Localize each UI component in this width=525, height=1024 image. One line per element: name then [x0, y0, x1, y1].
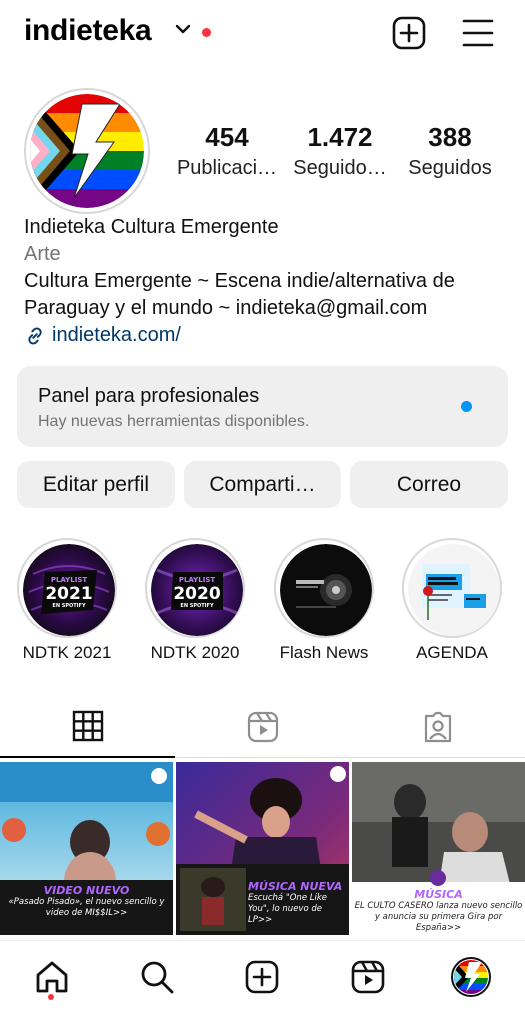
nav-reels[interactable] — [348, 957, 388, 997]
tab-posts-grid[interactable] — [0, 696, 175, 758]
home-icon — [36, 961, 68, 993]
highlight-cover — [274, 538, 374, 638]
edit-profile-button[interactable]: Editar perfil — [17, 461, 175, 508]
post-thumbnail[interactable]: MÚSICA NUEVA Escuchá "One Like You", lo … — [176, 762, 349, 935]
highlight-label: NDTK 2021 — [22, 643, 112, 662]
panel-subtitle: Hay nuevas herramientas disponibles. — [38, 413, 310, 430]
profile-avatar — [451, 957, 491, 997]
profile-category: Arte — [24, 243, 61, 265]
profile-link-text[interactable]: indieteka.com/ — [52, 322, 181, 349]
share-profile-button[interactable]: Comparti… — [184, 461, 341, 508]
link-icon — [28, 327, 42, 344]
following-count: 388 — [428, 122, 472, 152]
profile-link[interactable]: indieteka.com/ — [24, 322, 504, 349]
profile-name: Indieteka Cultura Emergente — [24, 216, 279, 238]
home-notification-dot — [48, 994, 54, 1000]
post-text: EL CULTO CASERO lanza nuevo sencillo y a… — [354, 901, 523, 933]
post-heading: VIDEO NUEVO — [43, 884, 130, 897]
highlight-badge-year: 2021 — [45, 584, 92, 604]
notification-dot — [202, 28, 211, 37]
professional-dashboard[interactable]: Panel para profesionales Hay nuevas herr… — [17, 366, 508, 447]
nav-profile[interactable] — [451, 957, 491, 997]
highlight-cover: PLAYLIST 2021 EN SPOTIFY — [17, 538, 117, 638]
followers-label: Seguido… — [293, 157, 387, 179]
tab-tagged[interactable] — [350, 696, 525, 758]
chevron-down-icon[interactable] — [174, 22, 192, 41]
highlight-badge-sub: EN SPOTIFY — [180, 603, 214, 609]
profile-description: Cultura Emergente ~ Escena indie/alterna… — [24, 270, 455, 319]
post-heading: MÚSICA — [414, 888, 463, 901]
post-caption: MÚSICA EL CULTO CASERO lanza nuevo senci… — [352, 888, 525, 934]
highlight-label: AGENDA — [416, 643, 488, 662]
highlight-agenda[interactable]: AGENDA — [402, 538, 502, 663]
profile-username[interactable]: indieteka — [24, 14, 152, 48]
highlight-badge-year: 2020 — [173, 584, 220, 604]
nav-create[interactable] — [242, 957, 282, 997]
following-label: Seguidos — [408, 157, 492, 179]
email-button[interactable]: Correo — [350, 461, 508, 508]
reels-icon — [247, 711, 278, 743]
top-bar: indieteka — [0, 0, 525, 68]
reels-icon — [351, 960, 385, 994]
grid-icon — [72, 710, 103, 742]
stat-followers[interactable]: 1.472 Seguido… — [285, 122, 395, 184]
post-caption: VIDEO NUEVO «Pasado Pisado», el nuevo se… — [0, 884, 173, 919]
posts-count: 454 — [205, 122, 249, 152]
tab-reels[interactable] — [175, 696, 350, 758]
highlight-cover: PLAYLIST 2020 EN SPOTIFY — [145, 538, 245, 638]
nav-home[interactable] — [32, 957, 72, 997]
new-post-icon[interactable] — [392, 16, 426, 55]
profile-avatar[interactable] — [24, 88, 150, 214]
followers-count: 1.472 — [307, 122, 373, 152]
new-feature-dot — [461, 401, 472, 412]
highlight-cover — [402, 538, 502, 638]
posts-label: Publicaci… — [176, 157, 278, 179]
highlight-badge-sub: EN SPOTIFY — [52, 603, 86, 609]
nav-search[interactable] — [137, 957, 177, 997]
highlight-ndtk-2021[interactable]: PLAYLIST 2021 EN SPOTIFY NDTK 2021 — [17, 538, 117, 663]
panel-title: Panel para profesionales — [38, 385, 260, 407]
highlight-ndtk-2020[interactable]: PLAYLIST 2020 EN SPOTIFY NDTK 2020 — [145, 538, 245, 663]
profile-bio: Indieteka Cultura Emergente Arte Cultura… — [24, 214, 504, 349]
post-thumbnail[interactable]: VIDEO NUEVO «Pasado Pisado», el nuevo se… — [0, 762, 173, 935]
highlight-label: NDTK 2020 — [150, 643, 240, 662]
menu-icon[interactable] — [462, 18, 494, 53]
post-caption: MÚSICA NUEVA Escuchá "One Like You", lo … — [248, 880, 348, 926]
post-thumbnail[interactable]: MÚSICA EL CULTO CASERO lanza nuevo senci… — [352, 762, 525, 935]
bottom-navigation — [0, 940, 525, 1024]
post-heading: MÚSICA NUEVA — [248, 880, 343, 893]
stat-posts[interactable]: 454 Publicaci… — [172, 122, 282, 184]
highlight-badge-top: PLAYLIST — [51, 576, 88, 584]
create-icon — [245, 960, 279, 994]
search-icon — [141, 961, 174, 994]
tagged-icon — [424, 711, 451, 743]
highlight-badge-top: PLAYLIST — [179, 576, 216, 584]
highlight-flash-news[interactable]: Flash News — [274, 538, 374, 663]
stat-following[interactable]: 388 Seguidos — [395, 122, 505, 184]
highlight-label: Flash News — [279, 643, 369, 662]
profile-tabs — [0, 696, 525, 758]
post-text: «Pasado Pisado», el nuevo sencillo y vid… — [8, 897, 165, 918]
post-text: Escuchá "One Like You", lo nuevo de LP>> — [248, 893, 327, 925]
